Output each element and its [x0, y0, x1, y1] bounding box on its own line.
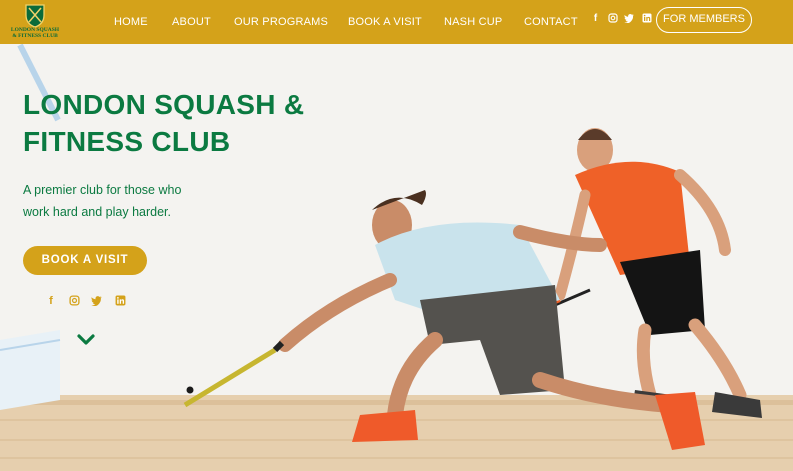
- nav-link-our-programs[interactable]: OUR PROGRAMS: [234, 16, 328, 28]
- club-logo[interactable]: LONDON SQUASH & FITNESS CLUB: [10, 2, 60, 42]
- nav-item-book-a-visit[interactable]: BOOK A VISIT: [348, 0, 422, 44]
- linkedin-icon[interactable]: [641, 13, 652, 24]
- chevron-down-icon[interactable]: [77, 333, 95, 347]
- book-a-visit-button[interactable]: BOOK A VISIT: [23, 246, 147, 275]
- instagram-icon[interactable]: [68, 295, 80, 307]
- hero-social-icons: f: [45, 295, 126, 307]
- nav-item-home[interactable]: HOME: [114, 0, 148, 44]
- hero-title: LONDON SQUASH & FITNESS CLUB: [23, 86, 304, 160]
- nav-item-contact[interactable]: CONTACT: [524, 0, 578, 44]
- nav-item-about[interactable]: ABOUT: [172, 0, 211, 44]
- hero-image: [0, 0, 793, 471]
- nav-link-about[interactable]: ABOUT: [172, 16, 211, 28]
- hero-title-line-2: FITNESS CLUB: [23, 126, 231, 157]
- instagram-icon[interactable]: [607, 13, 618, 24]
- hero-subtitle-line-1: A premier club for those who: [23, 183, 182, 197]
- nav-link-contact[interactable]: CONTACT: [524, 16, 578, 28]
- top-nav: LONDON SQUASH & FITNESS CLUB HOME ABOUT …: [0, 0, 793, 44]
- nav-link-book-a-visit[interactable]: BOOK A VISIT: [348, 16, 422, 28]
- logo-text: LONDON SQUASH & FITNESS CLUB: [10, 27, 60, 39]
- nav-social-icons: f: [590, 13, 652, 24]
- facebook-icon[interactable]: f: [590, 13, 601, 24]
- facebook-icon[interactable]: f: [45, 295, 57, 307]
- linkedin-icon[interactable]: [114, 295, 126, 307]
- hero-subtitle-line-2: work hard and play harder.: [23, 205, 172, 219]
- hero-subtitle: A premier club for those who work hard a…: [23, 179, 181, 223]
- nav-item-our-programs[interactable]: OUR PROGRAMS: [234, 0, 328, 44]
- nav-link-home[interactable]: HOME: [114, 16, 148, 28]
- nav-item-nash-cup[interactable]: NASH CUP: [444, 0, 502, 44]
- shield-icon: [25, 4, 45, 28]
- for-members-button[interactable]: FOR MEMBERS: [656, 7, 752, 33]
- nav-link-nash-cup[interactable]: NASH CUP: [444, 16, 502, 28]
- hero-scene: [0, 0, 793, 471]
- hero-title-line-1: LONDON SQUASH &: [23, 89, 305, 120]
- twitter-icon[interactable]: [624, 13, 635, 24]
- twitter-icon[interactable]: [91, 295, 103, 307]
